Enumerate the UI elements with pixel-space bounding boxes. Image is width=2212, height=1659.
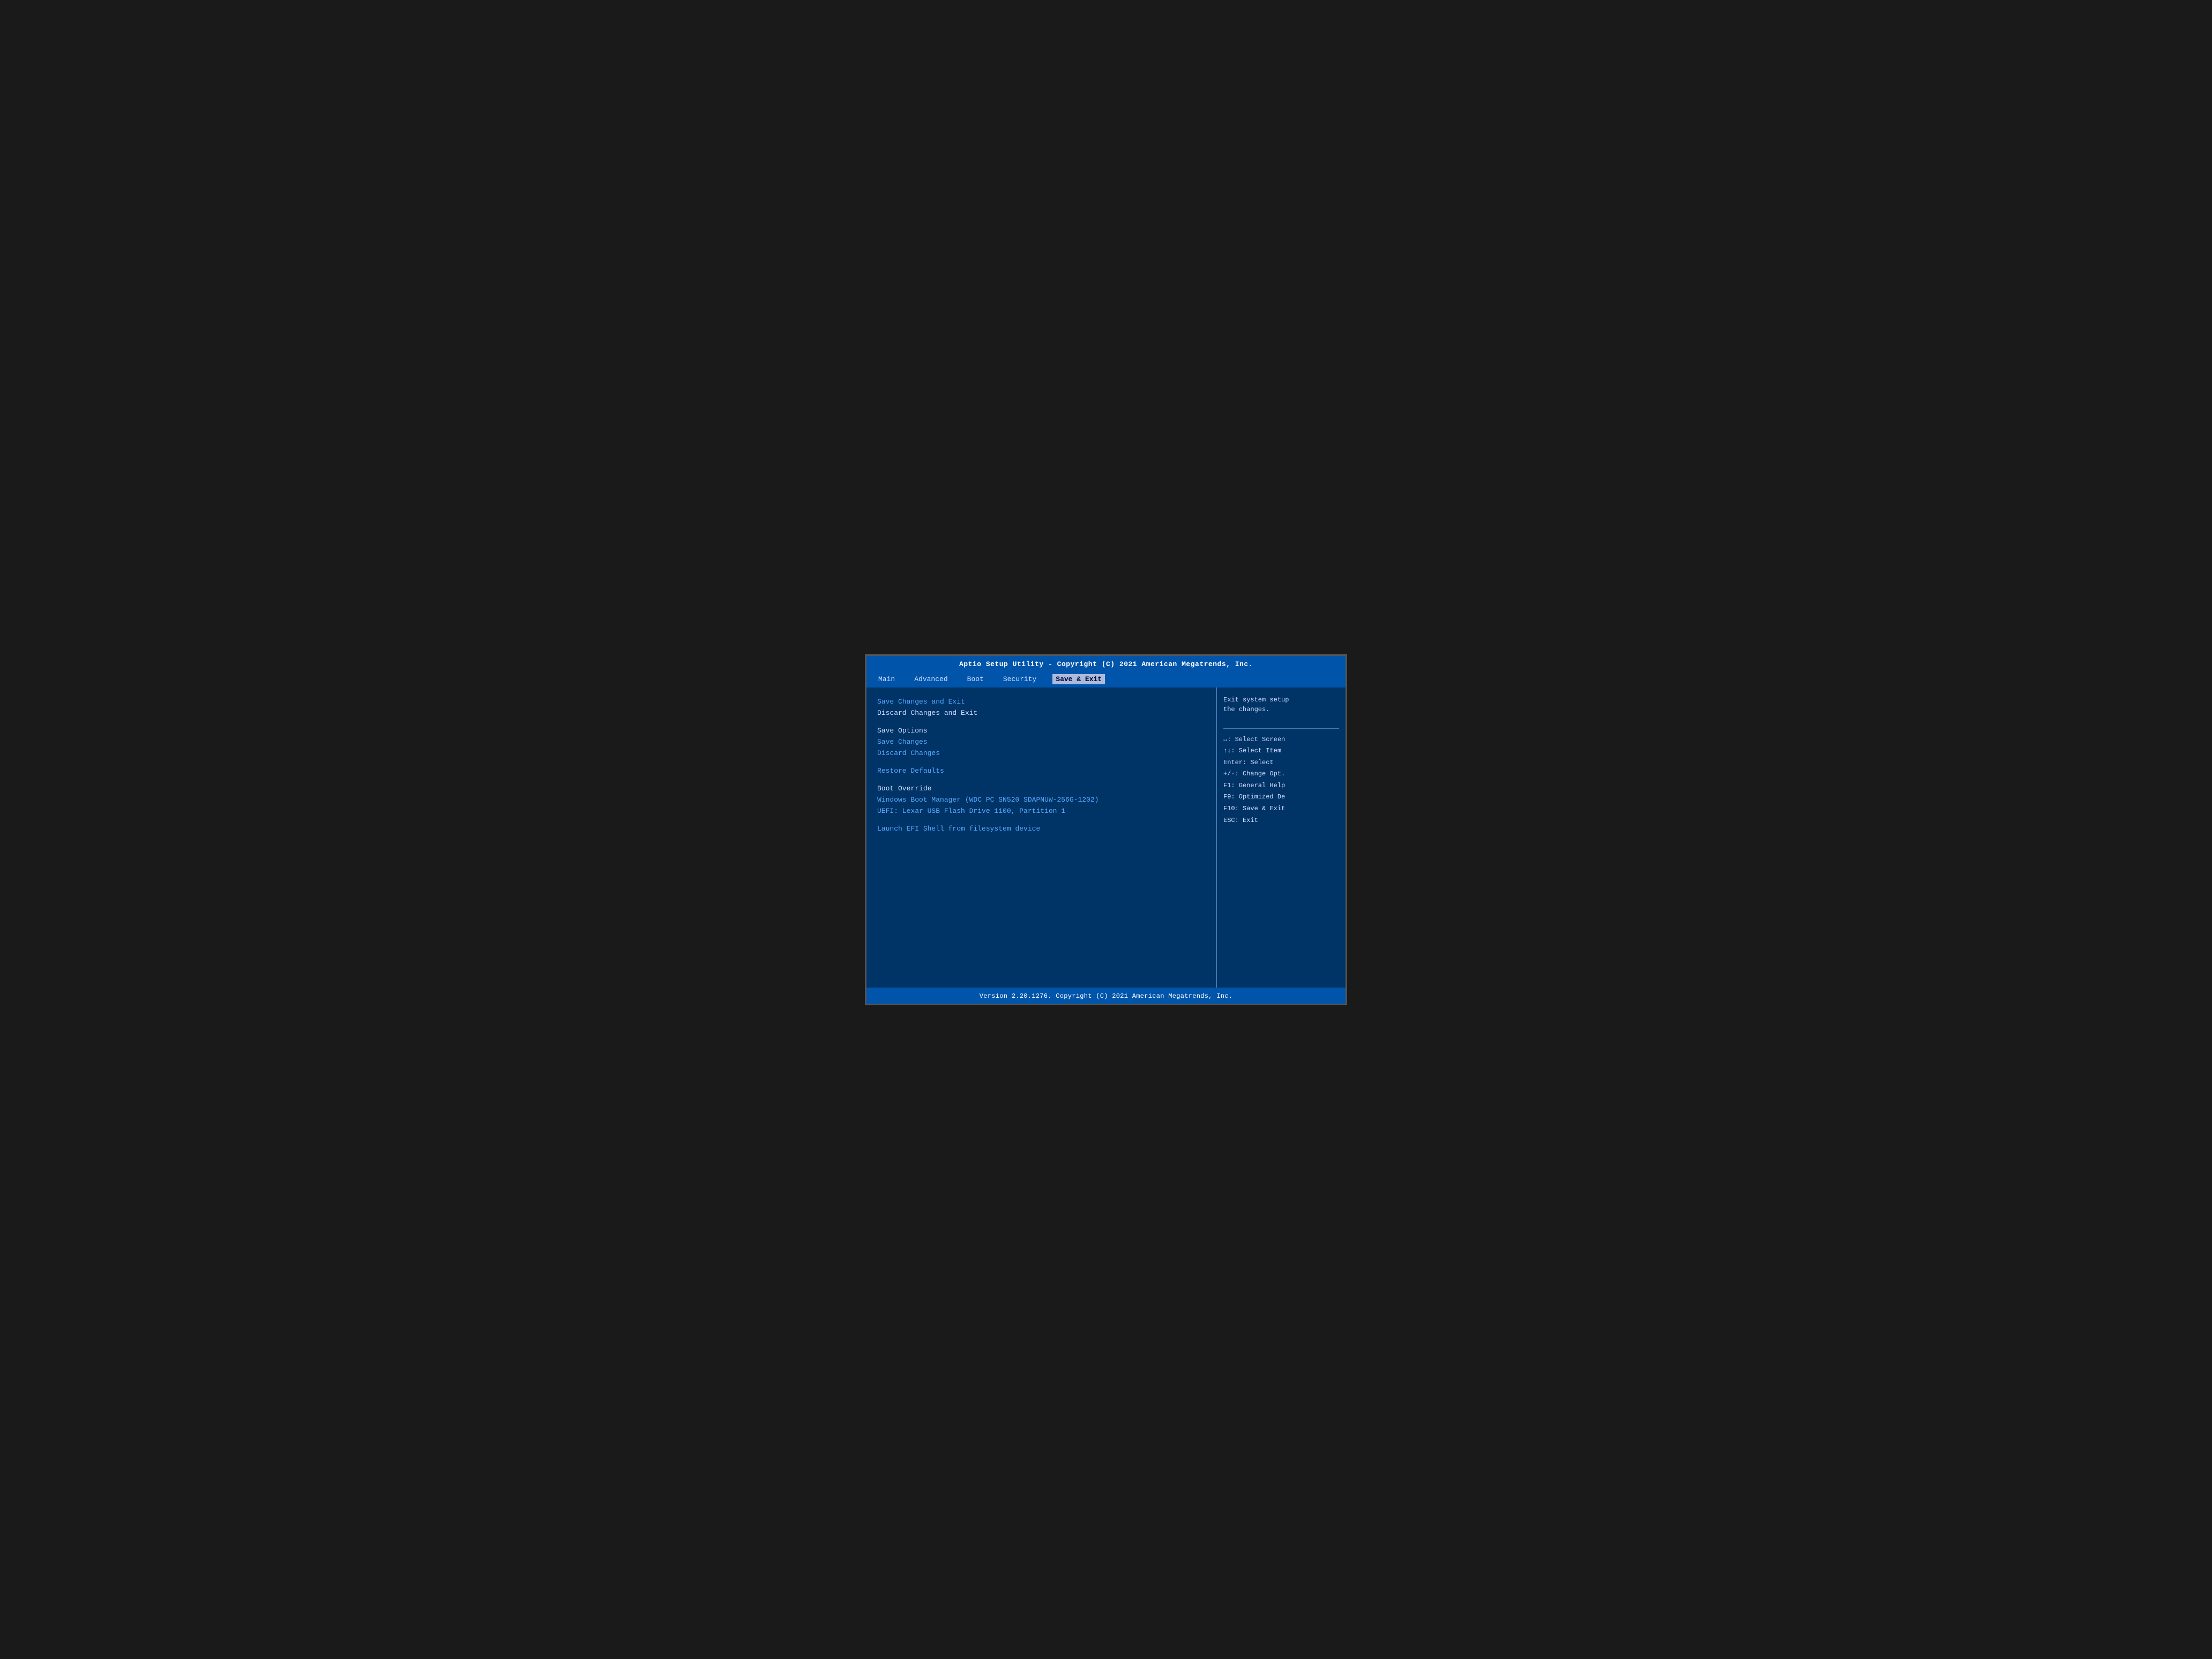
- boot-override-label: Boot Override: [877, 783, 1205, 794]
- discard-changes-exit[interactable]: Discard Changes and Exit: [877, 707, 1205, 719]
- nav-item-boot[interactable]: Boot: [964, 674, 987, 684]
- header-title: Aptio Setup Utility - Copyright (C) 2021…: [959, 660, 1253, 668]
- save-changes-exit[interactable]: Save Changes and Exit: [877, 696, 1205, 707]
- key-f1-help: F1: General Help: [1223, 780, 1339, 792]
- nav-item-save-exit[interactable]: Save & Exit: [1052, 674, 1105, 684]
- footer-text: Version 2.20.1276. Copyright (C) 2021 Am…: [980, 992, 1233, 1000]
- footer-bar: Version 2.20.1276. Copyright (C) 2021 Am…: [866, 988, 1346, 1004]
- left-panel: Save Changes and Exit Discard Changes an…: [866, 687, 1217, 988]
- key-f9-optimized: F9: Optimized De: [1223, 791, 1339, 803]
- main-content: Save Changes and Exit Discard Changes an…: [866, 687, 1346, 988]
- key-select-item: ↑↓: Select Item: [1223, 745, 1339, 757]
- nav-item-main[interactable]: Main: [875, 674, 898, 684]
- key-esc-exit: ESC: Exit: [1223, 815, 1339, 827]
- nav-bar: Main Advanced Boot Security Save & Exit: [866, 672, 1346, 687]
- spacer-3: [877, 776, 1205, 783]
- save-options-label: Save Options: [877, 725, 1205, 736]
- discard-changes[interactable]: Discard Changes: [877, 748, 1205, 759]
- header-bar: Aptio Setup Utility - Copyright (C) 2021…: [866, 656, 1346, 672]
- help-description: Exit system setup the changes.: [1223, 695, 1339, 714]
- key-f10-save-exit: F10: Save & Exit: [1223, 803, 1339, 815]
- key-help: ↔: Select Screen ↑↓: Select Item Enter: …: [1223, 734, 1339, 827]
- right-panel: Exit system setup the changes. ↔: Select…: [1217, 687, 1346, 988]
- windows-boot-manager[interactable]: Windows Boot Manager (WDC PC SN520 SDAPN…: [877, 794, 1205, 805]
- nav-item-security[interactable]: Security: [1000, 674, 1040, 684]
- spacer-2: [877, 759, 1205, 765]
- nav-item-advanced[interactable]: Advanced: [911, 674, 951, 684]
- divider: [1223, 728, 1339, 729]
- key-select-screen: ↔: Select Screen: [1223, 734, 1339, 746]
- save-changes[interactable]: Save Changes: [877, 736, 1205, 748]
- spacer-4: [877, 817, 1205, 823]
- bios-screen: Aptio Setup Utility - Copyright (C) 2021…: [865, 654, 1347, 1005]
- spacer-1: [877, 719, 1205, 725]
- key-change-opt: +/-: Change Opt.: [1223, 768, 1339, 780]
- launch-efi-shell[interactable]: Launch EFI Shell from filesystem device: [877, 823, 1205, 834]
- key-enter-select: Enter: Select: [1223, 757, 1339, 769]
- restore-defaults[interactable]: Restore Defaults: [877, 765, 1205, 776]
- help-text-line1: Exit system setup: [1223, 696, 1289, 704]
- help-text-line2: the changes.: [1223, 706, 1269, 713]
- uefi-lexar-usb[interactable]: UEFI: Lexar USB Flash Drive 1100, Partit…: [877, 805, 1205, 817]
